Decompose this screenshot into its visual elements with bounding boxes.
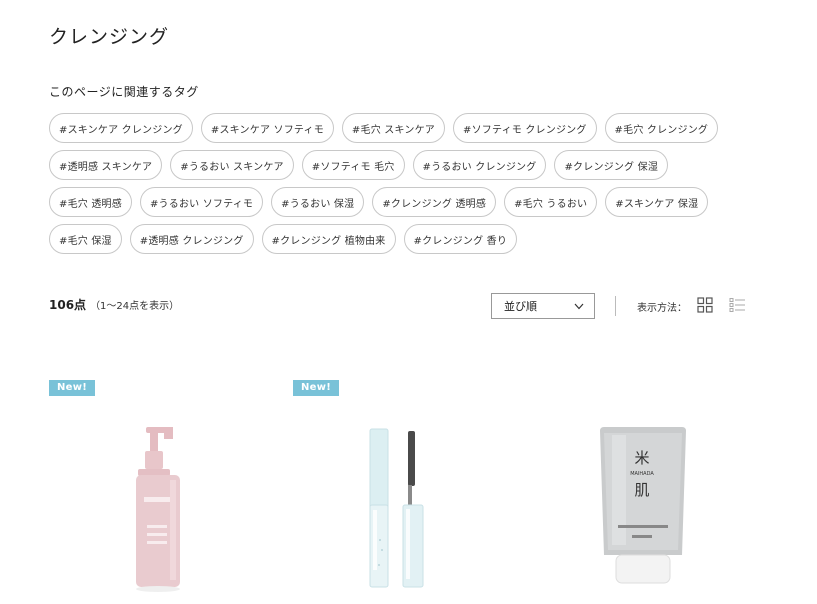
tag-row: #スキンケア クレンジング #スキンケア ソフティモ #毛穴 スキンケア #ソフ… bbox=[49, 113, 769, 143]
tag-link[interactable]: #うるおい スキンケア bbox=[170, 150, 294, 180]
display-mode-label: 表示方法： bbox=[637, 303, 687, 314]
result-total: 106点 bbox=[49, 298, 87, 312]
tag-link[interactable]: #うるおい クレンジング bbox=[412, 150, 547, 180]
tag-row: #毛穴 保湿 #透明感 クレンジング #クレンジング 植物由来 #クレンジング … bbox=[49, 224, 769, 254]
product-label-kanji: 米 bbox=[634, 449, 649, 467]
tag-link[interactable]: #毛穴 スキンケア bbox=[341, 113, 445, 143]
sort-dropdown[interactable]: 並び順 bbox=[491, 293, 595, 319]
grid-view-icon[interactable] bbox=[697, 297, 713, 313]
tag-link[interactable]: #透明感 スキンケア bbox=[49, 150, 163, 180]
result-count: 106点 （1〜24点を表示） bbox=[49, 296, 179, 313]
product-image-pink-pump-bottle[interactable] bbox=[110, 425, 200, 593]
tag-link[interactable]: #うるおい ソフティモ bbox=[139, 187, 264, 217]
new-badge: New! bbox=[49, 380, 96, 396]
tag-link[interactable]: #毛穴 保湿 bbox=[49, 224, 122, 254]
product-label-kanji: 肌 bbox=[634, 481, 649, 499]
tag-link[interactable]: #クレンジング 植物由来 bbox=[261, 224, 396, 254]
tag-row: #透明感 スキンケア #うるおい スキンケア #ソフティモ 毛穴 #うるおい ク… bbox=[49, 150, 769, 180]
tag-link[interactable]: #クレンジング 保湿 bbox=[554, 150, 669, 180]
chevron-down-icon bbox=[574, 303, 584, 309]
product-label-brand: MAIHADA bbox=[630, 471, 654, 477]
related-tags-heading: このページに関連するタグ bbox=[49, 85, 199, 99]
tag-row: #毛穴 透明感 #うるおい ソフティモ #うるおい 保湿 #クレンジング 透明感… bbox=[49, 187, 769, 217]
result-range: （1〜24点を表示） bbox=[90, 301, 180, 312]
sort-selected-value: 並び順 bbox=[504, 300, 537, 313]
tag-link[interactable]: #ソフティモ 毛穴 bbox=[301, 150, 405, 180]
toolbar-divider bbox=[615, 296, 616, 316]
tag-link[interactable]: #毛穴 透明感 bbox=[49, 187, 132, 217]
page-title: クレンジング bbox=[49, 26, 170, 48]
tag-link[interactable]: #毛穴 クレンジング bbox=[604, 113, 719, 143]
tag-link[interactable]: #クレンジング 透明感 bbox=[372, 187, 497, 217]
tag-link[interactable]: #スキンケア ソフティモ bbox=[200, 113, 334, 143]
tag-link[interactable]: #スキンケア クレンジング bbox=[49, 113, 193, 143]
tag-link[interactable]: #スキンケア 保湿 bbox=[605, 187, 709, 217]
tag-link[interactable]: #ソフティモ クレンジング bbox=[452, 113, 597, 143]
related-tags: #スキンケア クレンジング #スキンケア ソフティモ #毛穴 スキンケア #ソフ… bbox=[49, 113, 769, 261]
tag-link[interactable]: #透明感 クレンジング bbox=[129, 224, 254, 254]
product-image-komehada-cleansing-tube[interactable]: 米 MAIHADA 肌 bbox=[598, 425, 688, 593]
new-badge: New! bbox=[293, 380, 340, 396]
product-image-mascara-tube[interactable] bbox=[360, 425, 430, 593]
tag-link[interactable]: #毛穴 うるおい bbox=[504, 187, 598, 217]
tag-link[interactable]: #クレンジング 香り bbox=[403, 224, 518, 254]
tag-link[interactable]: #うるおい 保湿 bbox=[271, 187, 365, 217]
list-view-icon[interactable] bbox=[729, 297, 746, 313]
